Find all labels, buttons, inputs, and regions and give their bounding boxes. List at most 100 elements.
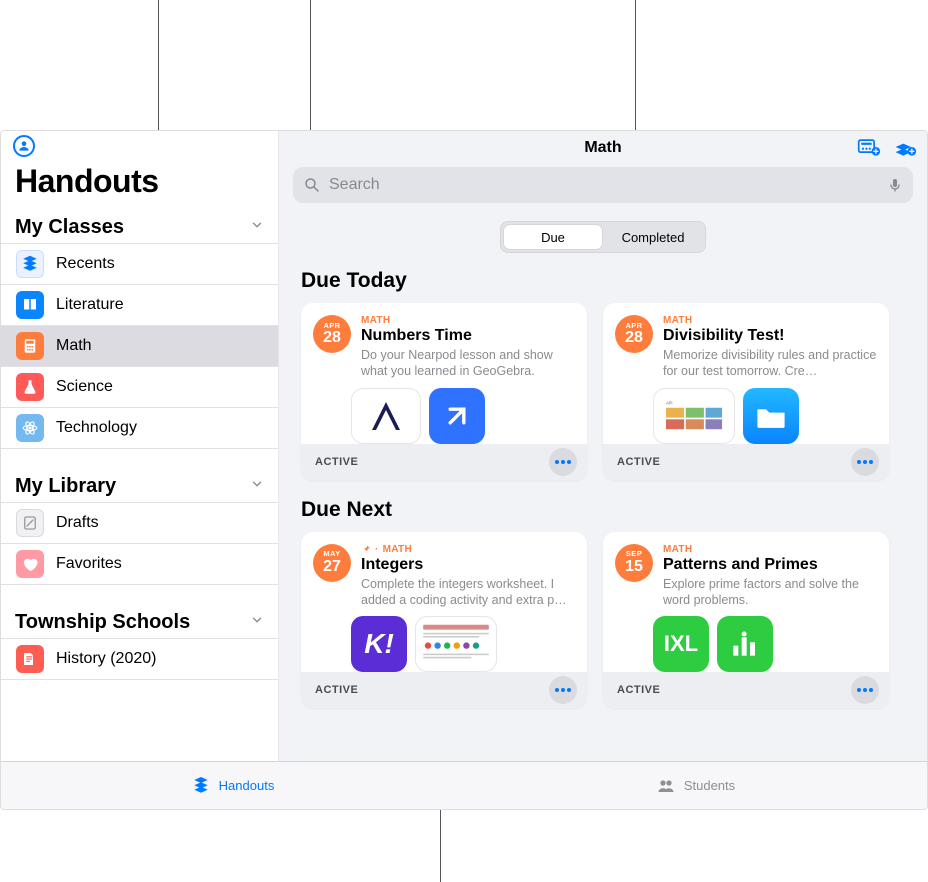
tab-students[interactable]: Students [464, 762, 927, 809]
card-thumbnails: API [603, 388, 889, 444]
history-icon [16, 645, 44, 673]
sidebar-item-favorites[interactable]: Favorites [1, 544, 278, 585]
card-thumbnails [301, 388, 587, 444]
sidebar-item-technology[interactable]: Technology [1, 408, 278, 449]
card-thumbnails: K! [301, 616, 587, 672]
sidebar-title: Handouts [1, 157, 278, 214]
card-footer: ACTIVE [603, 444, 889, 480]
section-title-due-today: Due Today [301, 269, 911, 293]
sidebar-item-label: Favorites [56, 555, 122, 573]
sidebar: Handouts My Classes Recents Literature M… [1, 131, 279, 809]
recents-icon [16, 250, 44, 278]
content-scroll[interactable]: Due Today APR 28 MATH Numbers Time Do yo… [279, 257, 927, 809]
svg-text:API: API [666, 400, 673, 405]
card-title: Numbers Time [361, 327, 575, 345]
chevron-down-icon [250, 613, 264, 632]
section-header-my-classes[interactable]: My Classes [1, 214, 278, 244]
date-badge: APR 28 [615, 315, 653, 353]
profile-avatar[interactable] [13, 135, 35, 157]
card-status: ACTIVE [617, 456, 660, 468]
sidebar-item-science[interactable]: Science [1, 367, 278, 408]
card-title: Patterns and Primes [663, 556, 877, 574]
cards-due-today: APR 28 MATH Numbers Time Do your Nearpod… [301, 303, 911, 480]
more-button[interactable] [851, 676, 879, 704]
section-header-my-library[interactable]: My Library [1, 473, 278, 503]
handout-card[interactable]: APR 28 MATH Divisibility Test! Memorize … [603, 303, 889, 480]
students-icon [656, 777, 676, 795]
app-thumbnail: K! [351, 616, 407, 672]
more-button[interactable] [549, 676, 577, 704]
app-frame: Handouts My Classes Recents Literature M… [0, 130, 928, 810]
sidebar-top [1, 131, 278, 157]
folder-thumbnail [743, 388, 799, 444]
card-subject: MATH [663, 544, 877, 555]
sidebar-item-drafts[interactable]: Drafts [1, 503, 278, 544]
search-bar[interactable] [293, 167, 913, 203]
card-status: ACTIVE [315, 684, 358, 696]
card-description: Memorize divisibility rules and practice… [663, 347, 877, 380]
library-button[interactable] [891, 135, 919, 159]
mic-icon[interactable] [887, 176, 903, 194]
sidebar-item-label: Drafts [56, 514, 99, 532]
person-icon [17, 139, 31, 153]
tab-bar: Handouts Students [1, 761, 927, 809]
card-footer: ACTIVE [301, 672, 587, 708]
heart-icon [16, 550, 44, 578]
app-thumbnail [429, 388, 485, 444]
book-icon [16, 291, 44, 319]
card-thumbnails: IXL [603, 616, 889, 672]
section-header-label: Township Schools [15, 611, 190, 634]
card-title: Divisibility Test! [663, 327, 877, 345]
card-status: ACTIVE [617, 684, 660, 696]
pin-icon [361, 544, 371, 554]
tab-handouts[interactable]: Handouts [1, 762, 464, 809]
sidebar-item-history[interactable]: History (2020) [1, 639, 278, 680]
more-button[interactable] [851, 448, 879, 476]
doc-thumbnail: API [653, 388, 735, 444]
atom-icon [16, 414, 44, 442]
add-class-button[interactable] [855, 135, 883, 159]
sidebar-item-label: Science [56, 378, 113, 396]
card-title: Integers [361, 556, 575, 574]
card-subject: MATH [663, 315, 877, 326]
cards-due-next: MAY 27 · MATH Integers Complete the inte… [301, 532, 911, 709]
app-thumbnail: IXL [653, 616, 709, 672]
draft-icon [16, 509, 44, 537]
sidebar-item-label: Literature [56, 296, 124, 314]
main-header: Math [279, 131, 927, 163]
card-status: ACTIVE [315, 456, 358, 468]
card-description: Explore prime factors and solve the word… [663, 576, 877, 609]
sidebar-item-label: Recents [56, 255, 115, 273]
app-thumbnail [717, 616, 773, 672]
doc-thumbnail [415, 616, 497, 672]
segment-completed[interactable]: Completed [603, 224, 703, 250]
flask-icon [16, 373, 44, 401]
section-header-township-schools[interactable]: Township Schools [1, 609, 278, 639]
chevron-down-icon [250, 218, 264, 237]
chevron-down-icon [250, 477, 264, 496]
handout-card[interactable]: APR 28 MATH Numbers Time Do your Nearpod… [301, 303, 587, 480]
date-badge: SEP 15 [615, 544, 653, 582]
app-thumbnail [351, 388, 421, 444]
section-header-label: My Library [15, 475, 116, 498]
handout-card[interactable]: SEP 15 MATH Patterns and Primes Explore … [603, 532, 889, 709]
card-footer: ACTIVE [603, 672, 889, 708]
search-input[interactable] [329, 176, 879, 194]
card-footer: ACTIVE [301, 444, 587, 480]
sidebar-item-label: Math [56, 337, 92, 355]
sidebar-item-recents[interactable]: Recents [1, 244, 278, 285]
tab-label: Students [684, 778, 735, 793]
section-title-due-next: Due Next [301, 498, 911, 522]
card-description: Do your Nearpod lesson and show what you… [361, 347, 575, 380]
search-icon [303, 176, 321, 194]
sidebar-item-label: History (2020) [56, 650, 156, 668]
tab-label: Handouts [219, 778, 275, 793]
section-header-label: My Classes [15, 216, 124, 239]
sidebar-item-literature[interactable]: Literature [1, 285, 278, 326]
more-button[interactable] [549, 448, 577, 476]
handouts-icon [191, 777, 211, 795]
segment-due[interactable]: Due [503, 224, 603, 250]
sidebar-item-math[interactable]: Math [1, 326, 278, 367]
handout-card[interactable]: MAY 27 · MATH Integers Complete the inte… [301, 532, 587, 709]
segmented-control: Due Completed [279, 203, 927, 257]
